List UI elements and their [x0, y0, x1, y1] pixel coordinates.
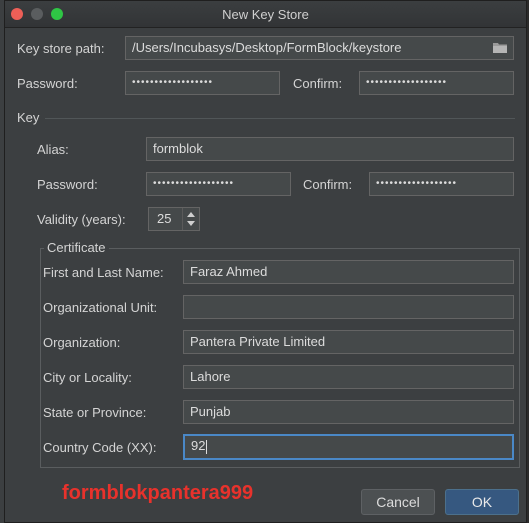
key-section-divider — [45, 118, 515, 119]
validity-spinner[interactable]: 25 — [148, 207, 200, 231]
keystore-confirm-label: Confirm: — [293, 76, 343, 91]
country-code-label: Country Code (XX): — [43, 440, 157, 455]
keystore-path-value: /Users/Incubasys/Desktop/FormBlock/keyst… — [132, 40, 402, 55]
key-password-label: Password: — [37, 177, 98, 192]
cancel-button[interactable]: Cancel — [361, 489, 435, 515]
keystore-path-label: Key store path: — [17, 41, 105, 56]
keystore-path-field[interactable]: /Users/Incubasys/Desktop/FormBlock/keyst… — [125, 36, 514, 60]
alias-label: Alias: — [37, 142, 69, 157]
validity-value: 25 — [157, 211, 172, 226]
ok-button[interactable]: OK — [445, 489, 519, 515]
chevron-down-icon[interactable] — [187, 221, 195, 226]
keystore-confirm-field[interactable]: •••••••••••••••••• — [359, 71, 514, 95]
organizational-unit-field[interactable] — [183, 295, 514, 319]
country-code-field[interactable]: 92 — [183, 434, 514, 460]
city-field[interactable]: Lahore — [183, 365, 514, 389]
key-password-field[interactable]: •••••••••••••••••• — [146, 172, 291, 196]
window-title: New Key Store — [222, 7, 309, 22]
title-bar: New Key Store — [5, 1, 526, 28]
keystore-password-label: Password: — [17, 76, 78, 91]
keystore-password-field[interactable]: •••••••••••••••••• — [125, 71, 280, 95]
certificate-section-label: Certificate — [44, 240, 109, 255]
key-confirm-label: Confirm: — [303, 177, 353, 192]
new-keystore-dialog: New Key Store Key store path: /Users/Inc… — [4, 0, 527, 523]
organization-field[interactable]: Pantera Private Limited — [183, 330, 514, 354]
key-section-label: Key — [17, 110, 40, 125]
state-field[interactable]: Punjab — [183, 400, 514, 424]
first-last-name-label: First and Last Name: — [43, 265, 164, 280]
first-last-name-field[interactable]: Faraz Ahmed — [183, 260, 514, 284]
country-code-value: 92 — [191, 438, 206, 453]
chevron-up-icon[interactable] — [187, 212, 195, 217]
alias-field[interactable]: formblok — [146, 137, 514, 161]
organizational-unit-label: Organizational Unit: — [43, 300, 158, 315]
city-label: City or Locality: — [43, 370, 132, 385]
state-label: State or Province: — [43, 405, 147, 420]
organization-label: Organization: — [43, 335, 121, 350]
folder-icon[interactable] — [493, 42, 507, 53]
text-caret — [206, 439, 208, 454]
key-confirm-field[interactable]: •••••••••••••••••• — [369, 172, 514, 196]
password-annotation: formblokpantera999 — [62, 482, 254, 504]
validity-label: Validity (years): — [37, 212, 126, 227]
validity-stepper-arrows[interactable] — [182, 208, 199, 230]
